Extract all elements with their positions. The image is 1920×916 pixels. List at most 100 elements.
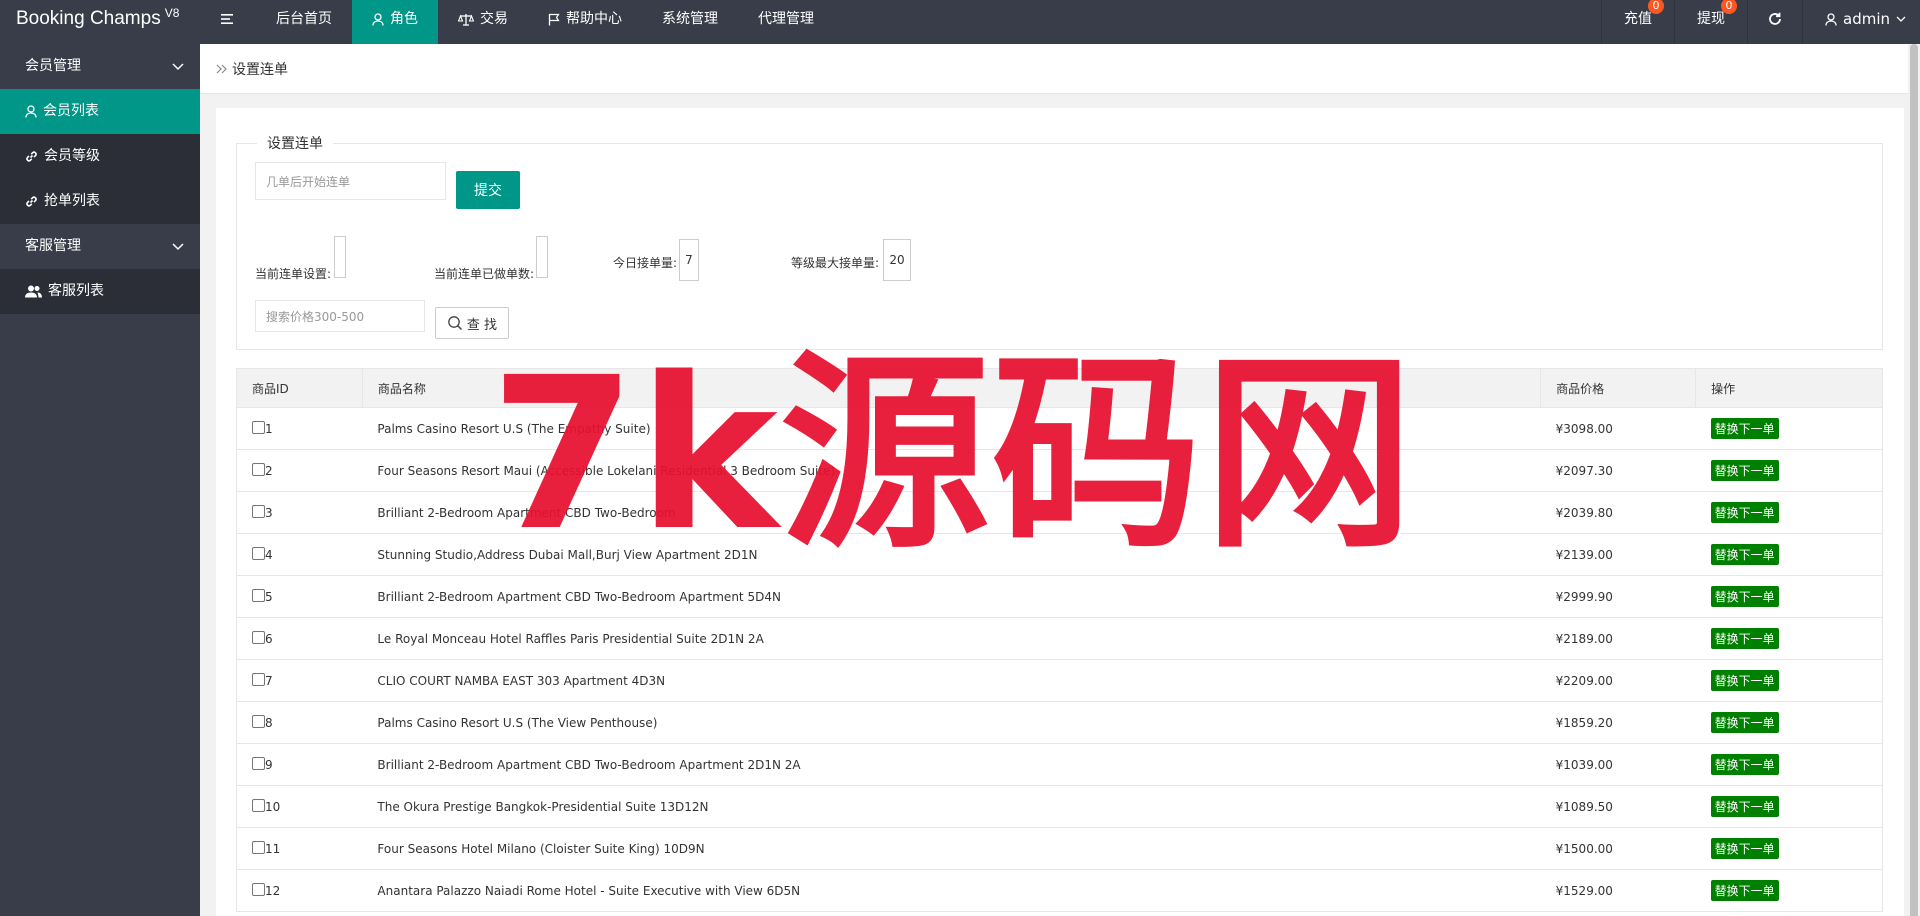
- search-button-label: 查 找: [466, 317, 498, 333]
- cell-product-id: 9: [236, 743, 363, 786]
- row-checkbox[interactable]: [252, 421, 265, 434]
- max-orders-value: 20: [883, 239, 911, 281]
- cell-product-id: 5: [236, 575, 363, 618]
- cell-action: 替换下一单: [1695, 533, 1883, 576]
- withdraw-badge: 0: [1721, 0, 1737, 14]
- nav-home[interactable]: 后台首页: [256, 0, 352, 44]
- cell-action: 替换下一单: [1695, 701, 1883, 744]
- search-button[interactable]: 查 找: [435, 307, 509, 339]
- sidebar-item-grab-orders-label: 抢单列表: [44, 193, 100, 209]
- replace-next-order-button[interactable]: 替换下一单: [1710, 838, 1779, 859]
- today-orders-value: 7: [679, 239, 699, 281]
- double-chevron-right-icon: [216, 64, 228, 74]
- row-checkbox[interactable]: [252, 799, 265, 812]
- header-product-name: 商品名称: [361, 368, 1542, 408]
- nav-trade[interactable]: 交易: [438, 0, 528, 44]
- row-checkbox[interactable]: [252, 547, 265, 560]
- nav-agent-label: 代理管理: [758, 11, 814, 27]
- replace-next-order-button[interactable]: 替换下一单: [1710, 586, 1779, 607]
- order-count-input[interactable]: 几单后开始连单: [255, 162, 446, 200]
- cell-product-id: 11: [236, 827, 363, 870]
- page-scrollbar[interactable]: [1908, 44, 1920, 916]
- table-row: 9 Brilliant 2-Bedroom Apartment CBD Two-B…: [236, 743, 1883, 786]
- cell-action: 替换下一单: [1695, 617, 1883, 660]
- search-icon: [447, 315, 463, 331]
- product-id: 3: [265, 506, 273, 520]
- today-orders-label: 今日接单量:: [613, 256, 678, 270]
- refresh-button[interactable]: [1747, 0, 1802, 44]
- replace-next-order-button[interactable]: 替换下一单: [1710, 460, 1779, 481]
- product-price: ¥1859.20: [1540, 701, 1696, 744]
- product-id: 6: [265, 632, 273, 646]
- replace-next-order-button[interactable]: 替换下一单: [1710, 502, 1779, 523]
- replace-next-order-button[interactable]: 替换下一单: [1710, 670, 1779, 691]
- nav-role[interactable]: 角色: [352, 0, 438, 44]
- nav-help[interactable]: 帮助中心: [528, 0, 642, 44]
- price-search-placeholder: 搜索价格300-500: [266, 309, 365, 324]
- product-name: Palms Casino Resort U.S (The Empathy Sui…: [362, 407, 1541, 450]
- nav-home-label: 后台首页: [276, 11, 332, 27]
- chevron-down-icon: [1896, 16, 1906, 22]
- sidebar-item-member-level-label: 会员等级: [44, 148, 100, 164]
- replace-next-order-button[interactable]: 替换下一单: [1710, 418, 1779, 439]
- refresh-icon: [1768, 0, 1782, 38]
- admin-username: admin: [1843, 10, 1890, 28]
- cell-product-id: 12: [236, 869, 363, 912]
- sidebar-item-member-list[interactable]: 会员列表: [0, 89, 200, 134]
- product-name: The Okura Prestige Bangkok-Presidential …: [362, 785, 1541, 828]
- product-name: Brilliant 2-Bedroom Apartment CBD Two-Be…: [362, 743, 1541, 786]
- breadcrumb-current[interactable]: 设置连单: [232, 59, 288, 79]
- sidebar-item-member-level[interactable]: 会员等级: [0, 134, 200, 179]
- link-icon: [25, 150, 38, 163]
- row-checkbox[interactable]: [252, 715, 265, 728]
- menu-toggle-button[interactable]: [200, 0, 256, 44]
- replace-next-order-button[interactable]: 替换下一单: [1710, 712, 1779, 733]
- replace-next-order-button[interactable]: 替换下一单: [1710, 880, 1779, 901]
- max-orders-label: 等级最大接单量:: [791, 256, 880, 270]
- product-price: ¥2999.90: [1540, 575, 1696, 618]
- row-checkbox[interactable]: [252, 631, 265, 644]
- user-menu[interactable]: admin: [1802, 0, 1920, 44]
- app-logo[interactable]: Booking Champs V8: [0, 0, 200, 44]
- sidebar-group-service[interactable]: 客服管理: [0, 224, 200, 269]
- product-name: CLIO COURT NAMBA EAST 303 Apartment 4D3N: [362, 659, 1541, 702]
- sidebar-item-grab-orders[interactable]: 抢单列表: [0, 179, 200, 224]
- product-id: 8: [265, 716, 273, 730]
- breadcrumb: 设置连单: [200, 44, 1920, 94]
- row-checkbox[interactable]: [252, 757, 265, 770]
- product-name: Four Seasons Resort Maui (Accessible Lok…: [362, 449, 1541, 492]
- product-id: 2: [265, 464, 273, 478]
- row-checkbox[interactable]: [252, 505, 265, 518]
- row-checkbox[interactable]: [252, 841, 265, 854]
- product-table: 商品ID 商品名称 商品价格 操作 1 Palms Casino Resort U…: [236, 368, 1883, 912]
- main-panel: 设置连单 几单后开始连单 提交 当前连单设置: 当前连单已做单数: 今日接单量:…: [216, 108, 1904, 916]
- table-row: 5 Brilliant 2-Bedroom Apartment CBD Two-B…: [236, 575, 1883, 618]
- replace-next-order-button[interactable]: 替换下一单: [1710, 544, 1779, 565]
- cell-action: 替换下一单: [1695, 785, 1883, 828]
- sidebar-item-service-list[interactable]: 客服列表: [0, 269, 200, 314]
- sidebar-group-member[interactable]: 会员管理: [0, 44, 200, 89]
- product-name: Brilliant 2-Bedroom Apartment CBD Two-Be…: [362, 491, 1541, 534]
- product-id: 12: [265, 884, 281, 898]
- product-name: Stunning Studio,Address Dubai Mall,Burj …: [362, 533, 1541, 576]
- row-checkbox[interactable]: [252, 673, 265, 686]
- link-icon: [25, 195, 38, 208]
- row-checkbox[interactable]: [252, 883, 265, 896]
- product-id: 9: [265, 758, 273, 772]
- replace-next-order-button[interactable]: 替换下一单: [1710, 754, 1779, 775]
- submit-button[interactable]: 提交: [456, 171, 520, 209]
- table-row: 8 Palms Casino Resort U.S (The View Penth…: [236, 701, 1883, 744]
- replace-next-order-button[interactable]: 替换下一单: [1710, 628, 1779, 649]
- nav-system[interactable]: 系统管理: [642, 0, 738, 44]
- cell-action: 替换下一单: [1695, 869, 1883, 912]
- scrollbar-thumb[interactable]: [1910, 44, 1918, 916]
- row-checkbox[interactable]: [252, 589, 265, 602]
- withdraw-button[interactable]: 提现 0: [1674, 0, 1747, 44]
- header-product-id: 商品ID: [236, 368, 363, 408]
- nav-agent[interactable]: 代理管理: [738, 0, 834, 44]
- product-price: ¥1039.00: [1540, 743, 1696, 786]
- price-search-input[interactable]: 搜索价格300-500: [255, 300, 425, 332]
- replace-next-order-button[interactable]: 替换下一单: [1710, 796, 1779, 817]
- recharge-button[interactable]: 充值 0: [1601, 0, 1674, 44]
- row-checkbox[interactable]: [252, 463, 265, 476]
